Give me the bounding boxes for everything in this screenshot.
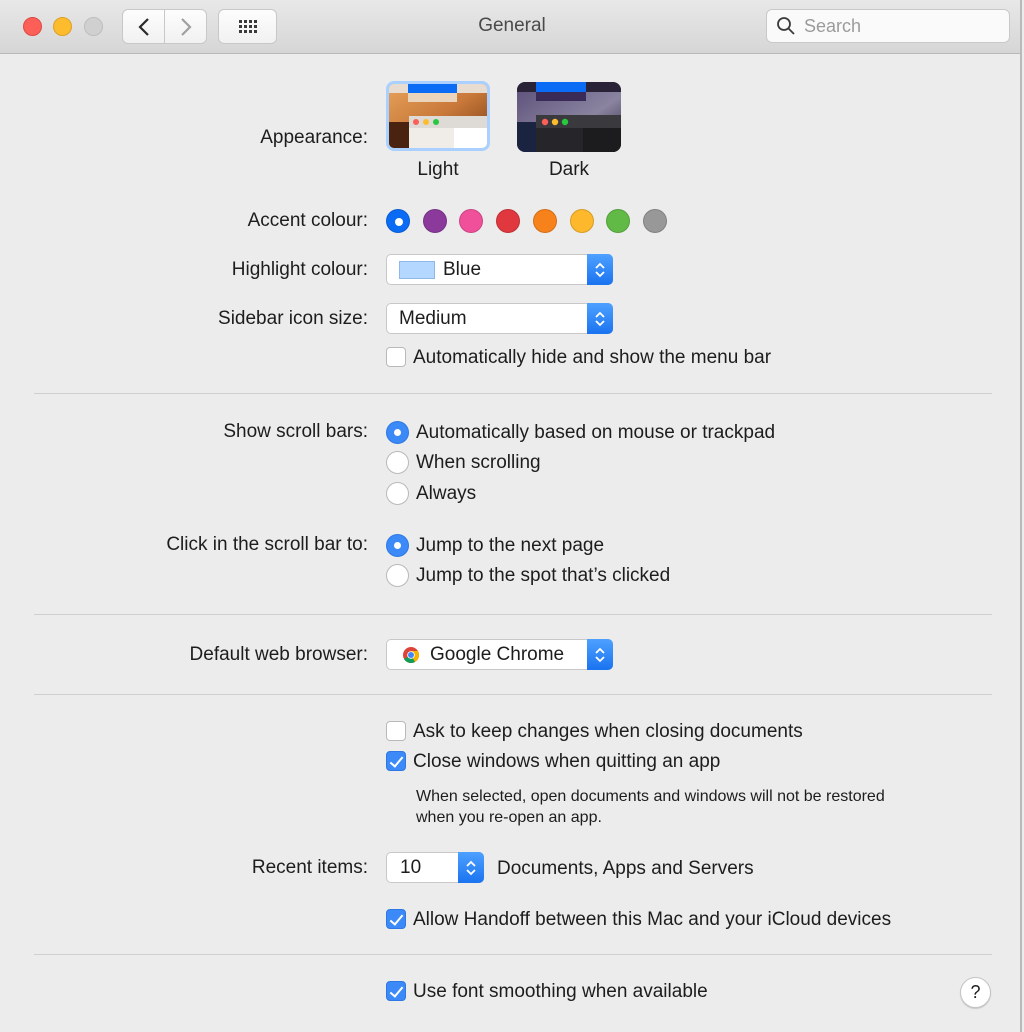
scroll-bars-always-label: Always	[416, 483, 477, 504]
note-line-1: When selected, open documents and window…	[416, 788, 885, 805]
recent-items-value: 10	[400, 856, 422, 878]
popup-arrows-icon	[458, 852, 484, 883]
highlight-colour-popup[interactable]: Blue	[386, 254, 613, 285]
default-browser-label: Default web browser:	[189, 644, 368, 665]
accent-colour-purple[interactable]	[422, 209, 447, 233]
light-appearance-thumbnail	[389, 84, 487, 148]
title-bar: General	[0, 0, 1020, 54]
section-divider	[34, 614, 992, 615]
appearance-light-option[interactable]	[386, 81, 490, 151]
close-windows-label: Close windows when quitting an app	[413, 751, 721, 772]
handoff-label: Allow Handoff between this Mac and your …	[413, 909, 892, 930]
accent-colour-blue[interactable]	[386, 209, 410, 233]
accent-colour-orange[interactable]	[532, 209, 557, 233]
note-line-2: when you re-open an app.	[416, 809, 602, 826]
chrome-icon	[403, 646, 420, 663]
search-icon	[777, 17, 795, 35]
default-browser-value: Google Chrome	[430, 643, 565, 665]
highlight-colour-swatch	[399, 260, 435, 279]
scroll-bars-when-scrolling-radio[interactable]	[386, 451, 409, 474]
popup-arrows-icon	[587, 254, 613, 285]
auto-hide-menu-bar-checkbox[interactable]	[386, 347, 406, 367]
scroll-bars-always-radio[interactable]	[386, 482, 409, 505]
close-windows-checkbox[interactable]	[386, 751, 406, 771]
scroll-bars-when-scrolling-label: When scrolling	[416, 452, 541, 473]
accent-colour-red[interactable]	[496, 209, 521, 233]
recent-items-stepper[interactable]: 10	[386, 852, 484, 883]
accent-colour-label: Accent colour:	[247, 210, 368, 231]
close-windows-note: When selected, open documents and window…	[416, 786, 885, 828]
section-divider	[34, 694, 992, 695]
recent-items-label: Recent items:	[251, 857, 368, 878]
sidebar-icon-size-label: Sidebar icon size:	[218, 308, 368, 329]
default-browser-popup[interactable]: Google Chrome	[386, 639, 613, 670]
ask-keep-changes-checkbox[interactable]	[386, 721, 406, 741]
search-field[interactable]	[766, 9, 1010, 43]
handoff-checkbox[interactable]	[386, 909, 406, 929]
section-divider	[34, 954, 992, 955]
font-smoothing-label: Use font smoothing when available	[413, 981, 708, 1002]
font-smoothing-checkbox[interactable]	[386, 981, 406, 1001]
section-divider	[34, 393, 992, 394]
sidebar-icon-size-value: Medium	[399, 307, 467, 329]
sidebar-icon-size-popup[interactable]: Medium	[386, 303, 613, 334]
auto-hide-menu-bar-label: Automatically hide and show the menu bar	[413, 347, 772, 368]
scroll-bars-automatic-radio[interactable]	[386, 421, 409, 444]
popup-arrows-icon	[587, 303, 613, 334]
help-button[interactable]: ?	[960, 977, 991, 1008]
dark-appearance-thumbnail	[517, 82, 621, 152]
appearance-label: Appearance:	[260, 127, 368, 148]
accent-colour-pink[interactable]	[459, 209, 484, 233]
popup-arrows-icon	[587, 639, 613, 670]
highlight-colour-label: Highlight colour:	[231, 259, 368, 280]
system-preferences-window: General Appearance:	[0, 0, 1022, 1032]
jump-spot-clicked-radio[interactable]	[386, 564, 409, 587]
appearance-dark-label: Dark	[548, 159, 590, 180]
accent-colour-green[interactable]	[606, 209, 631, 233]
ask-keep-changes-label: Ask to keep changes when closing documen…	[413, 721, 803, 742]
show-scroll-bars-label: Show scroll bars:	[223, 421, 368, 442]
recent-items-suffix: Documents, Apps and Servers	[497, 858, 754, 879]
highlight-colour-value: Blue	[443, 258, 482, 280]
jump-spot-clicked-label: Jump to the spot that’s clicked	[416, 565, 671, 586]
search-input[interactable]	[804, 15, 994, 37]
jump-next-page-radio[interactable]	[386, 534, 409, 557]
accent-colour-graphite[interactable]	[642, 209, 667, 233]
accent-colour-yellow[interactable]	[569, 209, 594, 233]
appearance-light-label: Light	[417, 159, 459, 180]
jump-next-page-label: Jump to the next page	[416, 535, 605, 556]
scroll-bars-automatic-label: Automatically based on mouse or trackpad	[416, 422, 776, 443]
click-scroll-bar-label: Click in the scroll bar to:	[166, 534, 368, 555]
appearance-dark-option[interactable]	[517, 82, 621, 152]
